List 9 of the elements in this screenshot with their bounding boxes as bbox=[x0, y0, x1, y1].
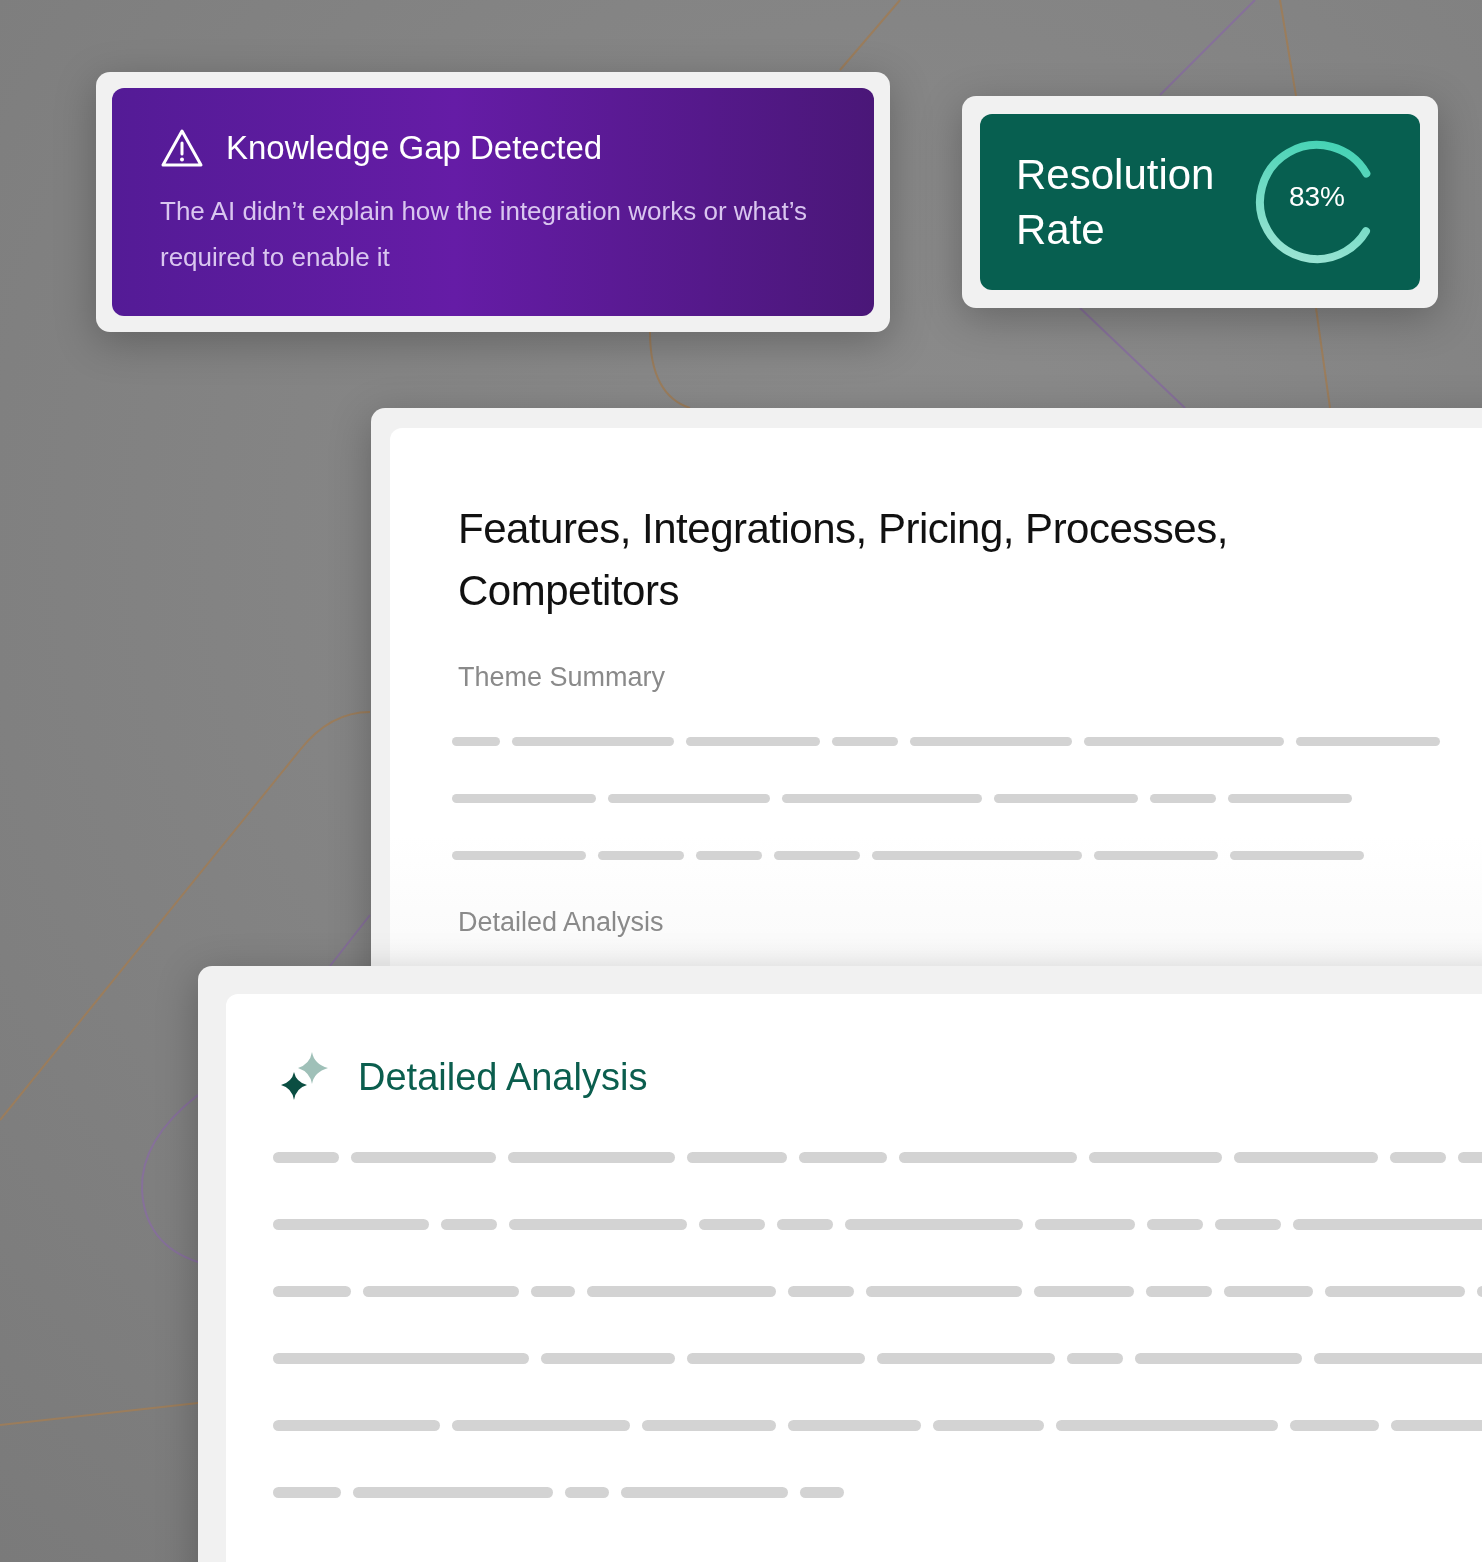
section-label: Theme Summary bbox=[458, 662, 667, 693]
resolution-percentage: 83% bbox=[1287, 181, 1346, 213]
section-label: Detailed Analysis bbox=[458, 907, 665, 938]
theme-title: Features, Integrations, Pricing, Processes, Competitors bbox=[458, 504, 1229, 616]
warning-icon bbox=[160, 128, 204, 168]
alert-message: The AI didn’t explain how the integration works or what’s required to enable it bbox=[160, 195, 808, 274]
alert-title: Knowledge Gap Detected bbox=[226, 129, 603, 167]
analysis-title: Detailed Analysis bbox=[358, 1055, 648, 1099]
resolution-title: Resolution Rate bbox=[1016, 150, 1216, 255]
